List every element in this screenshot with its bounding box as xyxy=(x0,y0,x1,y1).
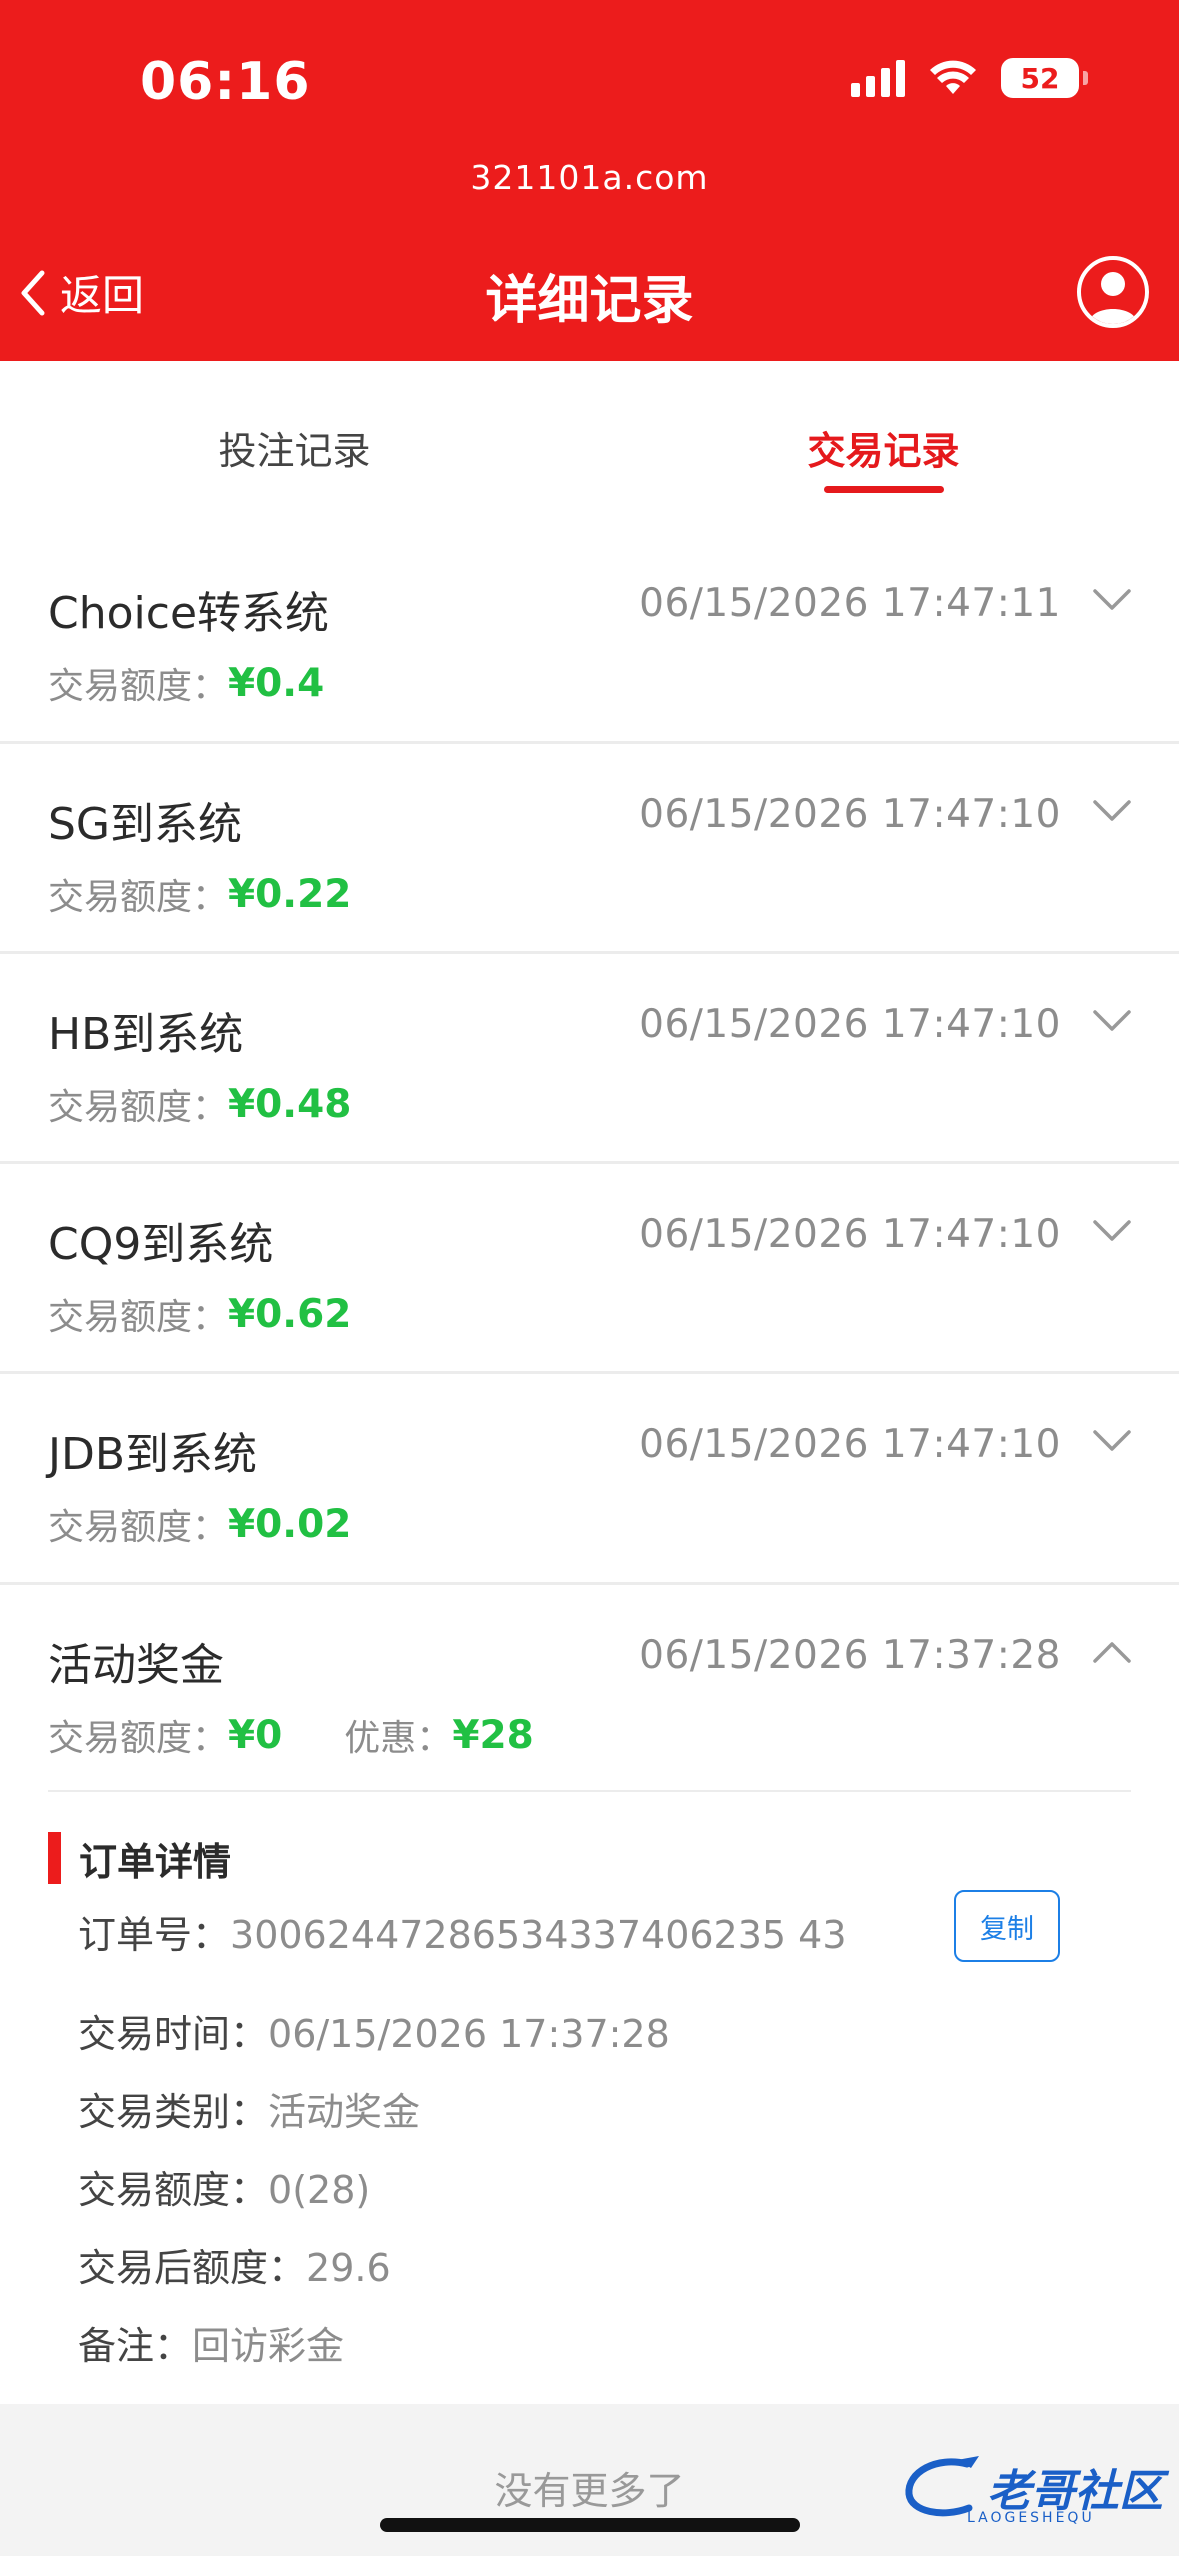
transaction-record[interactable]: HB到系统 06/15/2026 17:47:10 交易额度： ¥0.48 xyxy=(0,954,1179,1164)
amount-value: ¥0.62 xyxy=(228,1291,352,1337)
user-avatar-icon[interactable] xyxy=(1077,256,1149,328)
page-title: 详细记录 xyxy=(485,271,694,331)
record-name: 活动奖金 xyxy=(48,1640,224,1691)
page-url: 321101a.com xyxy=(470,158,709,197)
record-date: 06/15/2026 17:47:10 xyxy=(639,1002,1061,1047)
transaction-time-row: 交易时间：06/15/2026 17:37:28 xyxy=(78,2003,670,2058)
order-number-value: 30062447286534337406235 43 xyxy=(230,1913,847,1957)
type-label: 交易类别： xyxy=(78,2090,269,2134)
battery-icon: 52 xyxy=(1001,58,1088,98)
transaction-amount-row: 交易额度：0(28) xyxy=(78,2159,370,2214)
chevron-down-icon[interactable] xyxy=(1093,1430,1131,1452)
amount-label: 交易额度： xyxy=(48,877,229,918)
watermark-logo: 老哥社区 LAOGESHEQU xyxy=(897,2452,1163,2526)
record-name: Choice转系统 xyxy=(48,588,330,639)
tab-label: 交易记录 xyxy=(807,428,960,473)
wifi-icon xyxy=(930,60,976,94)
record-name: CQ9到系统 xyxy=(48,1219,274,1270)
record-date: 06/15/2026 17:47:10 xyxy=(639,1212,1061,1257)
tab-transaction-records[interactable]: 交易记录 xyxy=(589,361,1178,533)
record-amount-line: 交易额度： ¥0 优惠： ¥28 xyxy=(48,1709,534,1761)
copy-order-button[interactable]: 复制 xyxy=(954,1890,1060,1962)
record-date: 06/15/2026 17:37:28 xyxy=(639,1633,1061,1678)
after-amount-row: 交易后额度：29.6 xyxy=(78,2237,391,2292)
amount-label: 交易额度： xyxy=(48,666,229,707)
order-detail-heading: 订单详情 xyxy=(48,1832,231,1884)
chevron-down-icon[interactable] xyxy=(1093,589,1131,611)
after-amount-value: 29.6 xyxy=(306,2246,391,2290)
amount-label: 交易额度： xyxy=(48,1087,229,1128)
record-amount-line: 交易额度： ¥0.48 xyxy=(48,1078,351,1130)
transaction-record[interactable]: SG到系统 06/15/2026 17:47:10 交易额度： ¥0.22 xyxy=(0,744,1179,954)
type-value: 活动奖金 xyxy=(268,2090,421,2134)
amount-label: 交易额度： xyxy=(48,1507,229,1548)
discount-label: 优惠： xyxy=(344,1718,453,1759)
record-amount-line: 交易额度： ¥0.02 xyxy=(48,1498,351,1550)
heading-accent-bar xyxy=(48,1832,61,1884)
record-amount-line: 交易额度： ¥0.4 xyxy=(48,657,324,709)
heading-text: 订单详情 xyxy=(79,1839,232,1884)
time-value: 06/15/2026 17:37:28 xyxy=(268,2012,670,2056)
amount-value: ¥0 xyxy=(228,1712,283,1758)
tab-label: 投注记录 xyxy=(218,428,371,473)
amount-label: 交易额度： xyxy=(48,1297,229,1338)
chevron-down-icon[interactable] xyxy=(1093,1010,1131,1032)
amount-value: ¥0.4 xyxy=(228,660,325,706)
chevron-up-icon[interactable] xyxy=(1093,1641,1131,1663)
record-amount-line: 交易额度： ¥0.62 xyxy=(48,1288,351,1340)
home-indicator[interactable] xyxy=(380,2518,800,2532)
amount-detail-label: 交易额度： xyxy=(78,2168,269,2212)
amount-label: 交易额度： xyxy=(48,1718,229,1759)
record-name: JDB到系统 xyxy=(48,1429,258,1480)
discount-value: ¥28 xyxy=(452,1712,534,1758)
remark-value: 回访彩金 xyxy=(192,2324,345,2368)
record-date: 06/15/2026 17:47:10 xyxy=(639,792,1061,837)
tab-bet-records[interactable]: 投注记录 xyxy=(0,361,589,533)
transaction-record[interactable]: Choice转系统 06/15/2026 17:47:11 交易额度： ¥0.4 xyxy=(0,533,1179,744)
list-footer: 没有更多了 老哥社区 LAOGESHEQU xyxy=(0,2404,1179,2556)
detail-divider xyxy=(48,1790,1131,1792)
record-date: 06/15/2026 17:47:10 xyxy=(639,1422,1061,1467)
order-number-label: 订单号： xyxy=(78,1913,231,1957)
transaction-record[interactable]: JDB到系统 06/15/2026 17:47:10 交易额度： ¥0.02 xyxy=(0,1374,1179,1585)
amount-value: ¥0.48 xyxy=(228,1081,352,1127)
chevron-down-icon[interactable] xyxy=(1093,800,1131,822)
record-tabs: 投注记录 交易记录 xyxy=(0,361,1179,536)
status-time: 06:16 xyxy=(140,52,311,112)
amount-value: ¥0.22 xyxy=(228,871,352,917)
time-label: 交易时间： xyxy=(78,2012,269,2056)
order-number-row: 订单号：30062447286534337406235 43 xyxy=(78,1904,847,1959)
record-name: SG到系统 xyxy=(48,799,243,850)
app-header: 06:16 52 321101a.com 返回 详细记录 xyxy=(0,0,1179,361)
transaction-type-row: 交易类别：活动奖金 xyxy=(78,2081,420,2136)
remark-row: 备注：回访彩金 xyxy=(78,2315,344,2370)
after-amount-label: 交易后额度： xyxy=(78,2246,307,2290)
transaction-record[interactable]: CQ9到系统 06/15/2026 17:47:10 交易额度： ¥0.62 xyxy=(0,1164,1179,1374)
cellular-signal-icon xyxy=(851,59,905,97)
record-amount-line: 交易额度： ¥0.22 xyxy=(48,868,351,920)
amount-value: ¥0.02 xyxy=(228,1501,352,1547)
chevron-down-icon[interactable] xyxy=(1093,1220,1131,1242)
remark-label: 备注： xyxy=(78,2324,193,2368)
record-name: HB到系统 xyxy=(48,1009,244,1060)
amount-detail-value: 0(28) xyxy=(268,2168,371,2212)
status-icons: 52 xyxy=(851,58,1088,98)
record-date: 06/15/2026 17:47:11 xyxy=(639,581,1061,626)
active-tab-indicator xyxy=(823,486,944,493)
watermark-subtext: LAOGESHEQU xyxy=(967,2510,1095,2526)
